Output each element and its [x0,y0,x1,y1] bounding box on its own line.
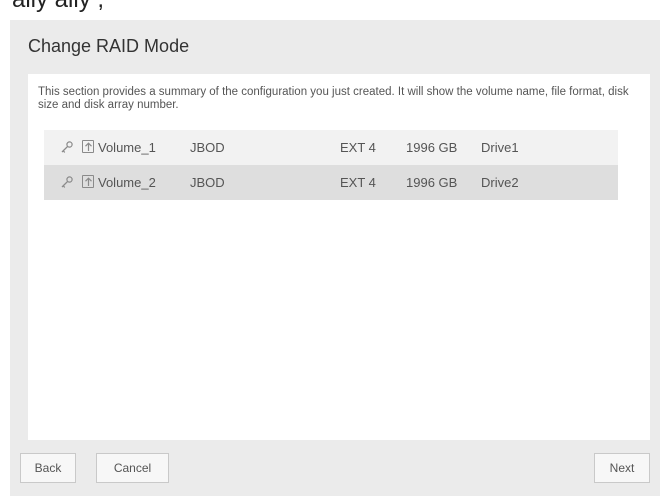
drive-number: Drive2 [481,175,519,190]
table-row: Volume_1 JBOD EXT 4 1996 GB Drive1 [44,130,618,165]
raid-mode: JBOD [190,140,225,155]
share-upload-icon [82,140,94,153]
share-upload-icon [82,175,94,188]
volume-name: Volume_2 [98,175,156,190]
cancel-button[interactable]: Cancel [96,453,169,483]
file-format: EXT 4 [340,140,376,155]
clipped-heading-strip: ally ally , [0,0,660,20]
key-icon [60,175,74,189]
change-raid-dialog: Change RAID Mode This section provides a… [10,20,660,496]
drive-number: Drive1 [481,140,519,155]
summary-description: This section provides a summary of the c… [38,86,629,111]
table-row: Volume_2 JBOD EXT 4 1996 GB Drive2 [44,165,618,200]
volume-summary-table: Volume_1 JBOD EXT 4 1996 GB Drive1 Volum… [44,130,618,200]
summary-panel: This section provides a summary of the c… [28,74,650,440]
file-format: EXT 4 [340,175,376,190]
dialog-title: Change RAID Mode [28,36,190,56]
volume-name: Volume_1 [98,140,156,155]
next-button[interactable]: Next [594,453,650,483]
disk-size: 1996 GB [406,175,458,190]
clipped-heading-text: ally ally , [12,0,104,14]
key-icon [60,140,74,154]
disk-size: 1996 GB [406,140,458,155]
raid-mode: JBOD [190,175,225,190]
back-button[interactable]: Back [20,453,76,483]
